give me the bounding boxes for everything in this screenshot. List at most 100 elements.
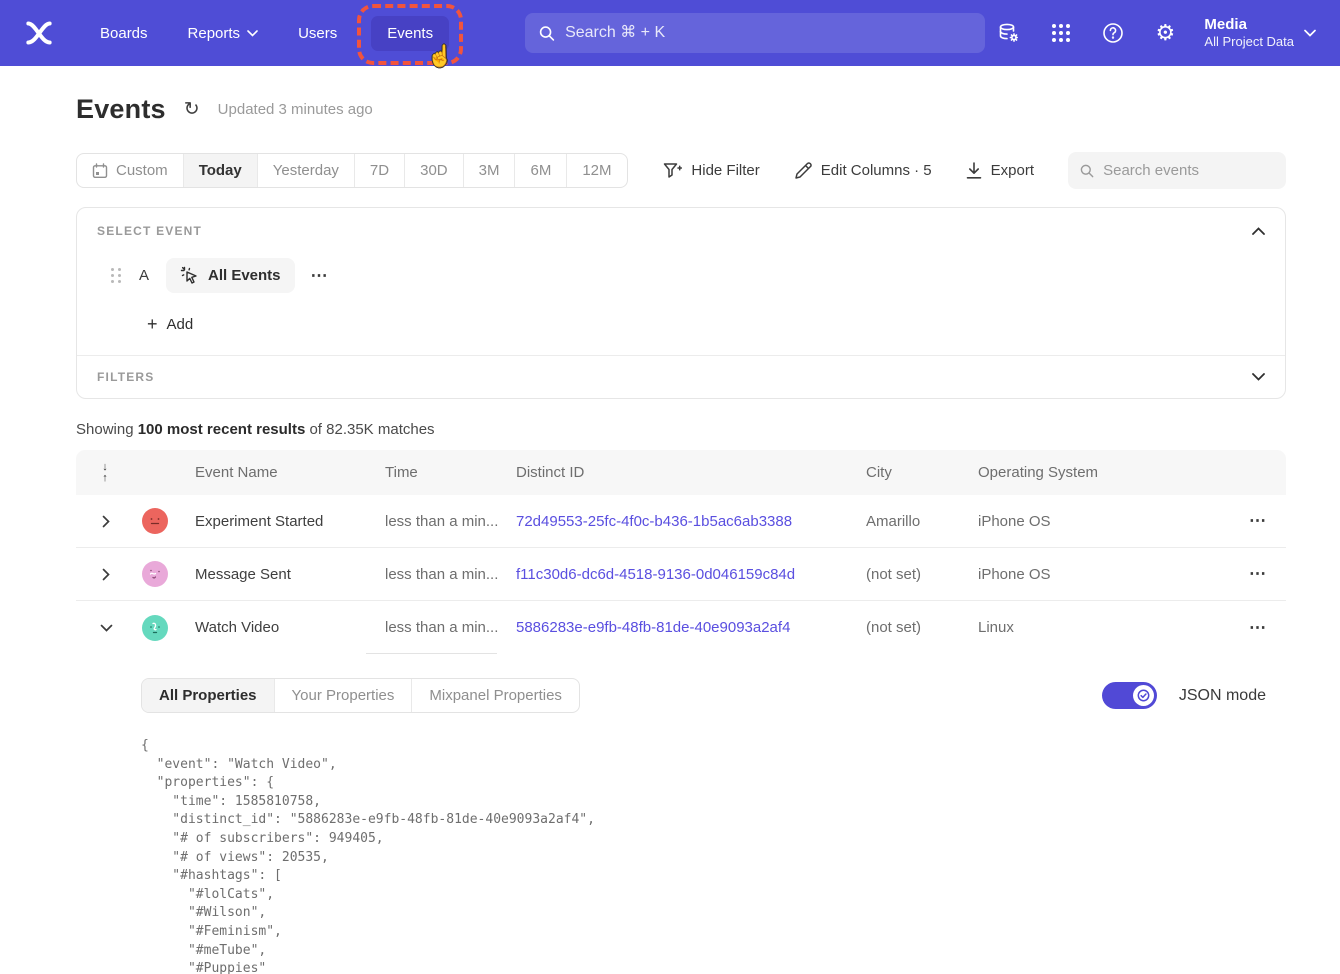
export-button[interactable]: Export [966,162,1034,180]
toolbar: Custom Today Yesterday 7D 30D 3M 6M 12M … [76,152,1286,189]
mixpanel-logo-icon[interactable] [22,16,56,50]
download-icon [966,162,982,180]
row-menu-button[interactable]: ⋯ [1149,618,1286,638]
filters-label: FILTERS [97,370,155,384]
search-icon [539,25,555,42]
refresh-icon[interactable]: ↻ [184,98,200,121]
distinct-id-link[interactable]: 72d49553-25fc-4f0c-b436-1b5ac6ab3388 [497,513,847,530]
nav-items: Boards Reports Users Events ☝ [84,16,459,51]
expand-chevron-down-icon[interactable] [1252,373,1265,381]
query-builder-card: SELECT EVENT A All Events ⋯ [76,207,1286,399]
row-menu-button[interactable]: ⋯ [1149,511,1286,531]
range-today[interactable]: Today [183,154,257,187]
global-search[interactable] [525,13,985,53]
help-icon[interactable] [1100,20,1126,46]
toggle-knob-check-icon [1133,685,1154,706]
events-annotation-wrap: Events ☝ [371,16,449,51]
event-name[interactable]: Message Sent [176,566,366,583]
add-event-button[interactable]: + Add [147,315,1265,333]
event-avatar [142,615,168,641]
distinct-id-link[interactable]: 5886283e-e9fb-48fb-81de-40e9093a2af4 [497,619,847,636]
col-event-name[interactable]: Event Name [176,464,366,481]
event-city: (not set) [847,619,959,636]
collapse-chevron-up-icon[interactable] [1252,227,1265,235]
col-os[interactable]: Operating System [959,464,1149,481]
table-row: Message Sent less than a min... f11c30d6… [76,548,1286,601]
drag-handle-icon[interactable] [111,268,122,283]
data-management-icon[interactable] [996,20,1022,46]
col-distinct-id[interactable]: Distinct ID [497,464,847,481]
events-page: Events ↻ Updated 3 minutes ago Custom To… [0,94,1340,974]
export-label: Export [991,162,1034,179]
event-avatar [142,561,168,587]
edit-columns-button[interactable]: Edit Columns · 5 [794,162,932,180]
range-7d[interactable]: 7D [354,154,404,187]
date-range-control: Custom Today Yesterday 7D 30D 3M 6M 12M [76,153,628,188]
event-os: iPhone OS [959,513,1149,530]
results-prefix: Showing [76,421,138,438]
table-row: Experiment Started less than a min... 72… [76,495,1286,548]
row-menu-button[interactable]: ⋯ [1149,564,1286,584]
chevron-down-icon [247,30,258,37]
json-mode-toggle[interactable] [1102,682,1157,709]
global-search-input[interactable] [565,24,971,42]
events-search-input[interactable] [1103,162,1274,179]
nav-item-boards[interactable]: Boards [84,16,164,51]
event-more-button[interactable]: ⋯ [311,266,329,286]
filters-section[interactable]: FILTERS [77,356,1285,398]
range-12m[interactable]: 12M [566,154,626,187]
edit-columns-label: Edit Columns · 5 [821,162,932,179]
plus-icon: + [147,315,158,333]
select-event-label: SELECT EVENT [97,224,202,238]
row-collapse-chevron-down-icon[interactable] [76,624,130,632]
nav-item-users[interactable]: Users [282,16,353,51]
event-json[interactable]: { "event": "Watch Video", "properties": … [141,737,1286,974]
events-table: ↓↑ Event Name Time Distinct ID City Oper… [76,450,1286,974]
event-time: less than a min... [366,566,497,583]
row-expand-chevron-right-icon[interactable] [76,568,130,581]
table-row-expanded: Watch Video less than a min... 5886283e-… [76,601,1286,654]
col-time[interactable]: Time [366,464,497,481]
calendar-icon [92,163,108,179]
tab-your-properties[interactable]: Your Properties [274,679,412,712]
event-name[interactable]: Watch Video [176,619,366,636]
updated-text: Updated 3 minutes ago [218,101,373,118]
hide-filter-button[interactable]: Hide Filter [663,162,759,180]
tab-all-properties[interactable]: All Properties [142,679,274,712]
apps-grid-icon[interactable] [1048,20,1074,46]
event-time: less than a min... [366,513,497,530]
event-avatar [142,508,168,534]
event-city: (not set) [847,566,959,583]
event-picker-label: All Events [208,267,281,284]
row-expand-chevron-right-icon[interactable] [76,515,130,528]
results-suffix: of 82.35K matches [305,421,434,438]
toolbar-right: Hide Filter Edit Columns · 5 Export [663,152,1286,189]
event-city: Amarillo [847,513,959,530]
range-6m[interactable]: 6M [514,154,566,187]
event-detail-panel: All Properties Your Properties Mixpanel … [76,654,1286,974]
collapse-expand-all-icon[interactable]: ↓↑ [76,462,130,483]
chevron-down-icon [1304,29,1316,37]
event-name[interactable]: Experiment Started [176,513,366,530]
settings-gear-icon[interactable]: ⚙ [1152,20,1178,46]
project-name: Media [1204,16,1294,35]
page-title: Events [76,94,166,125]
tab-mixpanel-properties[interactable]: Mixpanel Properties [411,679,579,712]
range-30d[interactable]: 30D [404,154,463,187]
clause-letter: A [138,267,150,284]
events-search[interactable] [1068,152,1286,189]
range-yesterday[interactable]: Yesterday [257,154,354,187]
range-custom[interactable]: Custom [77,154,183,187]
range-3m[interactable]: 3M [463,154,515,187]
nav-item-reports[interactable]: Reports [172,16,275,51]
select-event-section: SELECT EVENT A All Events ⋯ [77,208,1285,355]
top-nav: Boards Reports Users Events ☝ [0,0,1340,66]
col-city[interactable]: City [847,464,959,481]
project-selector[interactable]: Media All Project Data [1204,16,1316,51]
nav-right-icons: ⚙ Media All Project Data [996,16,1316,51]
project-scope: All Project Data [1204,34,1294,50]
distinct-id-link[interactable]: f11c30d6-dc6d-4518-9136-0d046159c84d [497,566,847,583]
title-row: Events ↻ Updated 3 minutes ago [76,94,1286,125]
results-count: 100 most recent results [138,421,306,438]
event-picker-button[interactable]: All Events [166,258,295,293]
